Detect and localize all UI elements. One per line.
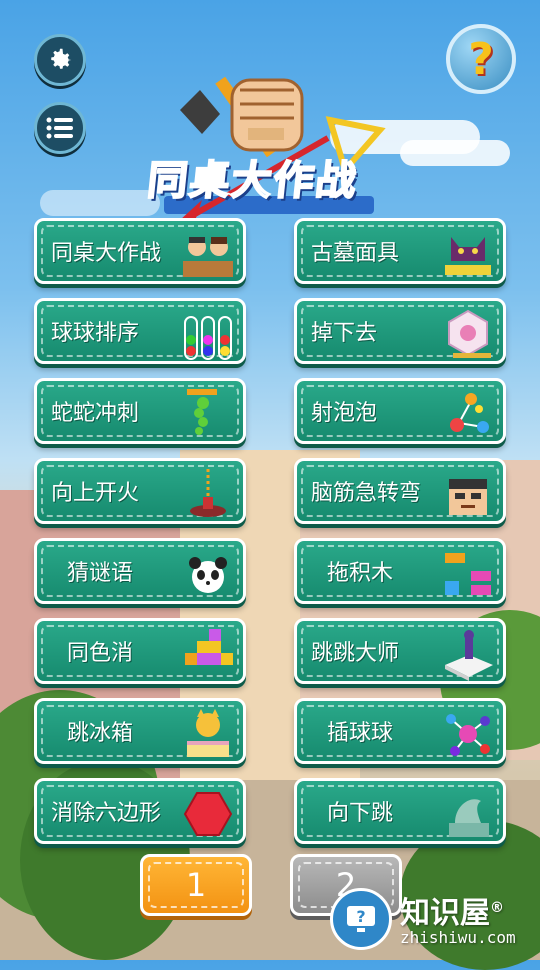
registered-mark: ®	[490, 900, 504, 916]
game-label: 掉下去	[311, 321, 378, 346]
red-hexagon-icon	[183, 792, 233, 836]
game-card-fall-down[interactable]: 掉下去	[294, 298, 506, 364]
game-card-ball-sort[interactable]: 球球排序	[34, 298, 246, 364]
game-label: 同色消	[67, 641, 134, 666]
help-button[interactable]: ?	[446, 24, 516, 94]
game-logo: 同桌大作战	[140, 60, 400, 220]
game-label: 向下跳	[327, 801, 394, 826]
page-number: 1	[185, 866, 207, 904]
watermark: ? 知识屋® zhishiwu.com	[330, 888, 530, 952]
snake-icon	[187, 389, 217, 435]
game-label: 同桌大作战	[51, 241, 162, 266]
bubbles-icon	[450, 393, 489, 433]
game-card-drag-blocks[interactable]: 拖积木	[294, 538, 506, 604]
game-label: 射泡泡	[311, 401, 378, 426]
game-label: 蛇蛇冲刺	[51, 401, 140, 426]
game-label: 消除六边形	[51, 801, 162, 826]
game-label: 拖积木	[327, 561, 394, 586]
game-card-same-color[interactable]: 同色消	[34, 618, 246, 684]
game-label: 跳跳大师	[311, 641, 400, 666]
panda-icon	[189, 557, 227, 593]
game-card-snake-sprint[interactable]: 蛇蛇冲刺	[34, 378, 246, 444]
star-blocks-icon	[185, 629, 233, 665]
game-card-jump-fridge[interactable]: 跳冰箱	[34, 698, 246, 764]
watermark-url: zhishiwu.com	[400, 928, 516, 947]
game-label: 插球球	[327, 721, 394, 746]
list-icon	[46, 117, 73, 139]
game-label: 脑筋急转弯	[311, 481, 422, 506]
molecule-icon	[446, 714, 490, 756]
game-card-jump-master[interactable]: 跳跳大师	[294, 618, 506, 684]
cat-mask-icon	[445, 237, 491, 275]
puzzled-face-icon	[449, 479, 487, 515]
watermark-logo: ?	[330, 888, 392, 950]
game-card-bubble-shooter[interactable]: 射泡泡	[294, 378, 506, 444]
logo-title: 同桌大作战	[144, 157, 361, 205]
cat-box-icon	[187, 709, 229, 757]
desk-mates-icon	[183, 237, 233, 277]
monitor-question-icon: ?	[347, 906, 375, 932]
game-label: 球球排序	[51, 321, 140, 346]
question-mark-icon: ?	[468, 33, 494, 85]
game-card-desk-mates[interactable]: 同桌大作战	[34, 218, 246, 284]
menu-list-button[interactable]	[34, 102, 86, 154]
cannon-icon	[190, 469, 226, 517]
blocks-icon	[445, 553, 491, 595]
game-card-jump-down[interactable]: 向下跳	[294, 778, 506, 844]
game-card-insert-balls[interactable]: 插球球	[294, 698, 506, 764]
game-card-riddles[interactable]: 猜谜语	[34, 538, 246, 604]
game-card-hexagon-clear[interactable]: 消除六边形	[34, 778, 246, 844]
svg-text:?: ?	[356, 907, 365, 926]
game-label: 向上开火	[51, 481, 140, 506]
falling-hexagon-icon	[448, 309, 491, 358]
ball-tubes-icon	[184, 316, 232, 360]
watermark-title: 知识屋	[400, 896, 490, 931]
game-label: 跳冰箱	[67, 721, 134, 746]
settings-button[interactable]	[34, 34, 86, 86]
game-card-fire-up[interactable]: 向上开火	[34, 458, 246, 524]
gear-icon	[51, 48, 72, 69]
game-card-tomb-mask[interactable]: 古墓面具	[294, 218, 506, 284]
game-card-brain-teaser[interactable]: 脑筋急转弯	[294, 458, 506, 524]
game-label: 猜谜语	[67, 561, 134, 586]
jump-platform-icon	[445, 630, 493, 681]
dragon-statue-icon	[449, 799, 489, 837]
game-label: 古墓面具	[311, 241, 400, 266]
page-1-button[interactable]: 1	[140, 854, 252, 916]
